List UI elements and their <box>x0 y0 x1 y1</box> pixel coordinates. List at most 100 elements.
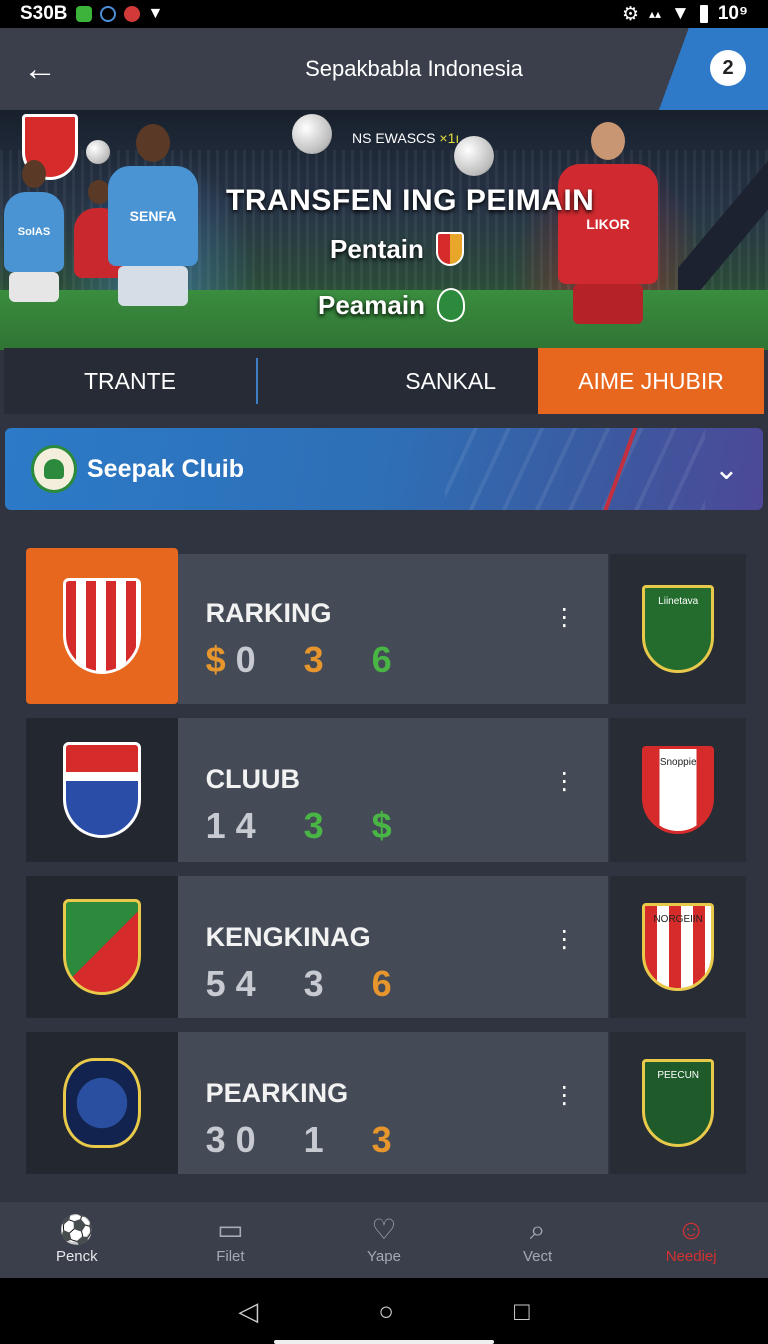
stat-value: 1 <box>303 1119 328 1160</box>
signal-icon: ▴▴ <box>648 7 662 21</box>
system-navigation-bar: ◁ ○ □ <box>0 1278 768 1344</box>
nav-item-filet[interactable]: ▭ Filet <box>154 1202 308 1278</box>
ranking-left-crest-cell <box>26 876 178 1018</box>
more-options-icon[interactable]: ⋮ <box>552 606 576 630</box>
blue-app-icon <box>99 6 116 22</box>
ranking-right-crest-cell: NORGEIIN <box>610 876 746 1018</box>
more-options-icon[interactable]: ⋮ <box>552 928 576 952</box>
football-image <box>292 114 332 154</box>
ranking-stats: 1 4 3 $ <box>206 805 609 847</box>
club-crest-icon: Snoppie <box>642 746 715 834</box>
tab-sankal[interactable]: SANKAL <box>258 348 538 414</box>
settings-icon: ⚙ <box>621 3 639 25</box>
more-options-icon[interactable]: ⋮ <box>552 1084 576 1108</box>
nav-label: Filet <box>216 1247 245 1265</box>
ranking-row[interactable]: PEARKING 3 0 1 3 ⋮ PEECUN <box>26 1032 746 1174</box>
status-time: S30B <box>20 3 68 24</box>
hero-top-label-accent: ×1ı <box>439 130 460 146</box>
football-image <box>454 136 494 176</box>
player-right: LIKOR <box>558 122 658 324</box>
player-left-small: SoIAS <box>4 160 64 302</box>
system-home-icon[interactable]: ○ <box>378 1296 394 1327</box>
club-crest-icon: NORGEIIN <box>642 903 715 991</box>
ranking-right-crest-cell: PEECUN <box>610 1032 746 1174</box>
player-left-shirt: SENFA <box>108 166 198 266</box>
wifi-icon: ▼ <box>671 3 690 24</box>
app-bar: ← Sepakbabla Indonesia 2 <box>0 28 768 110</box>
tab-aime-jhubir[interactable]: AIME JHUBIR <box>538 348 764 414</box>
ranking-info: KENGKINAG 5 4 3 6 ⋮ <box>177 876 609 1018</box>
nav-item-neediej[interactable]: ☺ Neediej <box>614 1202 768 1278</box>
gesture-bar <box>274 1340 494 1344</box>
profile-icon: ☺ <box>676 1213 706 1245</box>
status-bar: S30B ▼ ⚙ ▴▴ ▼ 10⁹ <box>0 0 768 28</box>
ranking-left-crest-cell <box>26 1032 178 1174</box>
ranking-title: KENGKINAG <box>205 922 371 952</box>
hero-line-1: Pentain <box>330 232 464 266</box>
system-recents-icon[interactable]: □ <box>514 1296 530 1327</box>
system-back-icon[interactable]: ◁ <box>238 1296 258 1327</box>
stat-value: 0 <box>235 1119 260 1160</box>
crest-icon <box>435 232 464 266</box>
heart-icon: ♡ <box>371 1213 397 1245</box>
ranking-info: PEARKING 3 0 1 3 ⋮ <box>177 1032 609 1174</box>
hero-banner[interactable]: SoIAS SENFA LIKOR NS EWASCS ×1ı TRANSFEN… <box>0 110 768 350</box>
green-app-icon <box>75 6 92 22</box>
ranking-row[interactable]: RARKING $ 0 3 6 ⋮ Liinetava <box>26 548 746 704</box>
ranking-title: CLUUB <box>205 764 301 794</box>
nav-label: Vect <box>522 1247 553 1265</box>
ranking-list: RARKING $ 0 3 6 ⋮ Liinetava CLUUB 1 4 3 … <box>26 548 746 1188</box>
ranking-right-crest-cell: Snoppie <box>610 718 746 862</box>
help-button[interactable]: 2 <box>710 50 746 86</box>
hero-top-label-text: NS EWASCS <box>352 130 436 146</box>
ranking-row[interactable]: CLUUB 1 4 3 $ ⋮ Snoppie <box>26 718 746 862</box>
tab-bar: TRANTE SANKAL AIME JHUBIR <box>4 348 764 414</box>
stat-value: 3 <box>371 1119 396 1160</box>
hero-top-label: NS EWASCS ×1ı <box>352 130 459 146</box>
arrow-left-icon: ← <box>23 49 57 88</box>
ranking-row[interactable]: KENGKINAG 5 4 3 6 ⋮ NORGEIIN <box>26 876 746 1018</box>
club-selector-dropdown[interactable]: Seepak Cluib ⌄ <box>5 428 763 510</box>
hero-line-2: Peamain <box>318 288 465 322</box>
ranking-left-crest-cell <box>26 548 178 704</box>
stat-value: 1 <box>205 805 230 846</box>
stat-value: $ <box>371 805 396 846</box>
tab-trante[interactable]: TRANTE <box>4 348 256 414</box>
search-icon: ⌕ <box>529 1213 546 1245</box>
more-options-icon[interactable]: ⋮ <box>552 770 576 794</box>
ranking-right-crest-cell: Liinetava <box>610 554 746 704</box>
battery-level: 10⁹ <box>717 3 748 24</box>
nav-item-penck[interactable]: ⚽ Penck <box>0 1202 154 1278</box>
club-crest-icon <box>62 742 141 838</box>
nav-item-vect[interactable]: ⌕ Vect <box>461 1202 615 1278</box>
nav-label: Penck <box>55 1247 98 1265</box>
club-name: Seepak Cluib <box>87 454 244 483</box>
battery-icon <box>699 5 708 23</box>
hero-wedge-accent <box>678 110 768 290</box>
stat-value: 6 <box>371 639 396 680</box>
chevron-down-icon[interactable]: ⌄ <box>714 452 739 487</box>
nav-label: Neediej <box>665 1247 717 1265</box>
ranking-left-crest-cell <box>26 718 178 862</box>
hero-line-2-text: Peamain <box>318 289 425 320</box>
club-crest-icon: PEECUN <box>642 1059 715 1147</box>
ranking-stats: 3 0 1 3 <box>206 1119 609 1161</box>
stat-value: 6 <box>371 963 396 1004</box>
nav-item-yape[interactable]: ♡ Yape <box>307 1202 461 1278</box>
crest-icon <box>436 288 465 322</box>
red-app-icon <box>123 6 140 22</box>
stat-value: 4 <box>235 963 260 1004</box>
stat-value: 3 <box>303 963 328 1004</box>
stat-value: 3 <box>205 1119 230 1160</box>
club-crest-icon: Liinetava <box>642 585 715 673</box>
stat-value: 4 <box>235 805 260 846</box>
stat-value: 3 <box>303 805 328 846</box>
player-right-shirt: LIKOR <box>558 164 658 284</box>
club-crest-icon <box>62 899 141 995</box>
bottom-navigation: ⚽ Penck ▭ Filet ♡ Yape ⌕ Vect ☺ Neediej <box>0 1202 768 1278</box>
stat-value: 3 <box>303 639 328 680</box>
football-image <box>86 140 110 164</box>
location-icon: ▼ <box>147 5 164 22</box>
club-crest-icon <box>62 1058 141 1148</box>
back-button[interactable]: ← <box>0 28 80 110</box>
